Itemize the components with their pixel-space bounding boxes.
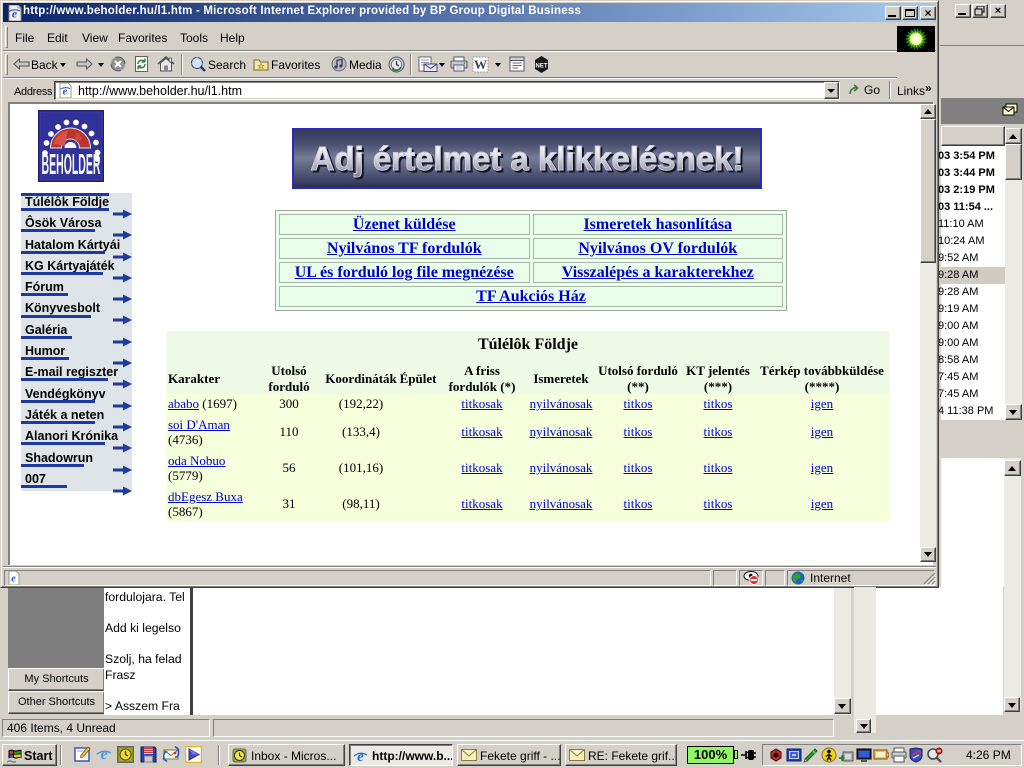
svg-text:W: W [474,57,487,72]
svg-text:NET: NET [536,64,548,70]
svg-text:e: e [357,749,364,764]
svg-text:e: e [11,574,16,585]
svg-text:BEHOLDER: BEHOLDER [42,149,101,181]
svg-text:e: e [100,746,107,762]
svg-text:e: e [12,7,18,21]
